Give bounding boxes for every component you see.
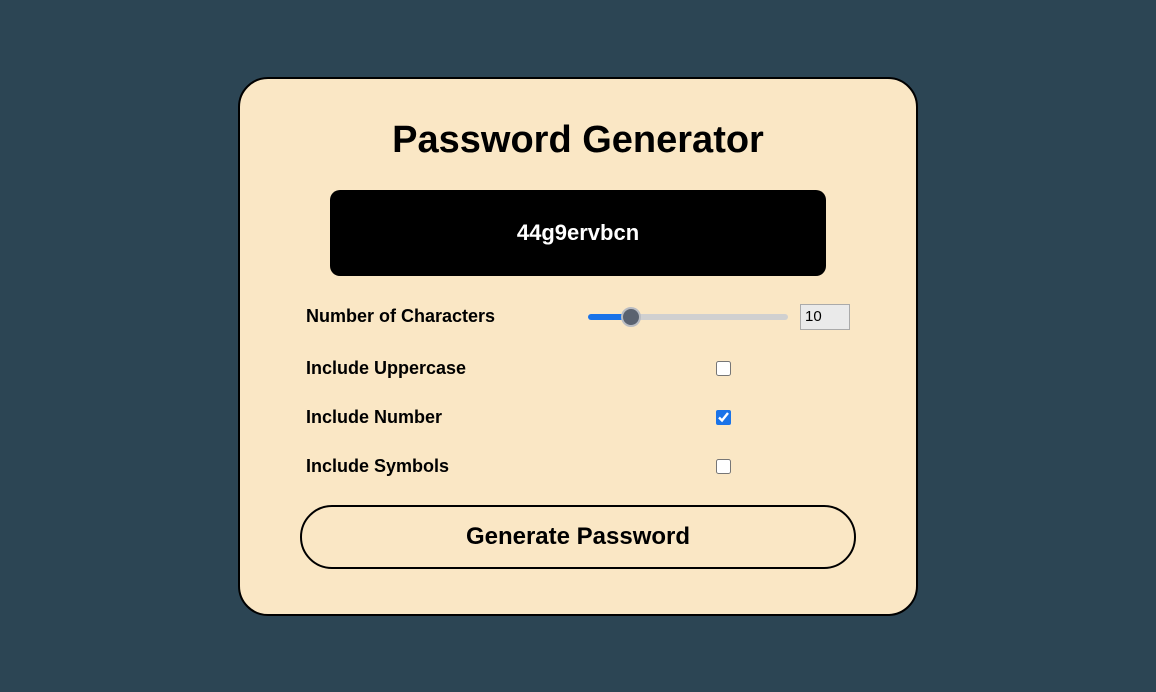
length-number-input[interactable] <box>800 304 850 330</box>
number-checkbox-cell <box>588 410 850 425</box>
password-generator-card: Password Generator 44g9ervbcn Number of … <box>238 77 918 616</box>
password-output: 44g9ervbcn <box>330 190 826 276</box>
number-label: Include Number <box>306 407 442 428</box>
length-label: Number of Characters <box>306 306 495 327</box>
symbols-row: Include Symbols <box>300 456 856 477</box>
symbols-checkbox[interactable] <box>716 459 731 474</box>
uppercase-row: Include Uppercase <box>300 358 856 379</box>
generate-button[interactable]: Generate Password <box>300 505 856 569</box>
symbols-checkbox-cell <box>588 459 850 474</box>
length-row: Number of Characters <box>300 304 856 330</box>
number-checkbox[interactable] <box>716 410 731 425</box>
page-title: Password Generator <box>300 119 856 162</box>
length-controls <box>588 304 850 330</box>
uppercase-checkbox-cell <box>588 361 850 376</box>
symbols-label: Include Symbols <box>306 456 449 477</box>
length-slider[interactable] <box>588 314 788 320</box>
number-row: Include Number <box>300 407 856 428</box>
uppercase-label: Include Uppercase <box>306 358 466 379</box>
uppercase-checkbox[interactable] <box>716 361 731 376</box>
